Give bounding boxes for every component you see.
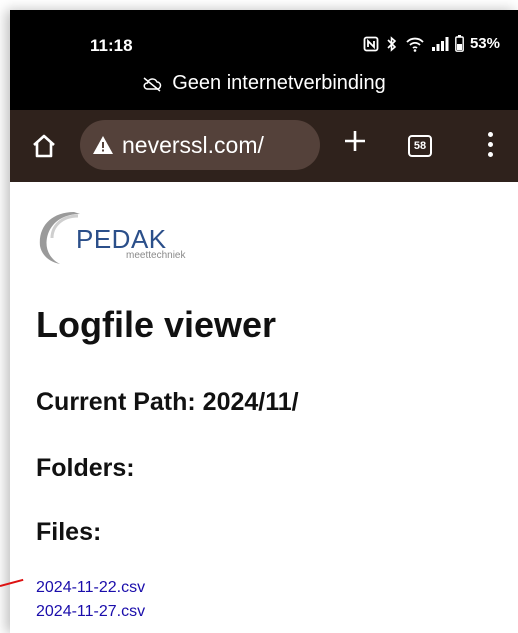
url-text[interactable]: neverssl.com/: [122, 132, 264, 159]
signal-icon: [431, 36, 449, 51]
battery-percent: 53%: [469, 35, 500, 52]
warning-icon[interactable]: [92, 135, 114, 155]
pedak-logo: PEDAK meettechniek: [34, 202, 214, 272]
list-item: 2024-11-27.csv: [36, 600, 145, 624]
folders-heading: Folders:: [36, 454, 135, 482]
offline-text: Geen internetverbinding: [172, 72, 386, 94]
bluetooth-icon: [387, 35, 397, 52]
files-heading: Files:: [36, 518, 102, 546]
plus-icon[interactable]: [342, 128, 368, 154]
tab-switcher-button[interactable]: 58: [408, 135, 432, 157]
battery-icon: [455, 35, 464, 52]
cloud-off-icon: [143, 76, 162, 92]
browser-toolbar: neverssl.com/ 58: [10, 110, 518, 182]
status-time: 11:18: [90, 36, 133, 55]
file-link[interactable]: 2024-11-27.csv: [36, 603, 145, 620]
phone-screen: 11:18 53% Geen internetverbinding nevers…: [10, 10, 518, 633]
new-tab-button[interactable]: [340, 126, 370, 160]
file-link[interactable]: 2024-11-22.csv: [36, 579, 145, 596]
offline-banner: Geen internetverbinding: [10, 72, 518, 95]
file-list: 2024-11-22.csv 2024-11-27.csv: [36, 576, 145, 624]
current-path-heading: Current Path: 2024/11/: [36, 388, 299, 416]
nfc-icon: [363, 36, 379, 51]
list-item: 2024-11-22.csv: [36, 576, 145, 600]
status-bar: 11:18 53% Geen internetverbinding: [10, 10, 518, 110]
more-vert-icon[interactable]: [484, 132, 496, 162]
home-icon[interactable]: [28, 130, 60, 162]
status-icons: 53%: [363, 35, 500, 52]
url-bar[interactable]: neverssl.com/: [80, 120, 320, 170]
wifi-icon: [406, 37, 424, 52]
page-title: Logfile viewer: [36, 304, 277, 345]
logo-tagline: meettechniek: [126, 250, 186, 261]
